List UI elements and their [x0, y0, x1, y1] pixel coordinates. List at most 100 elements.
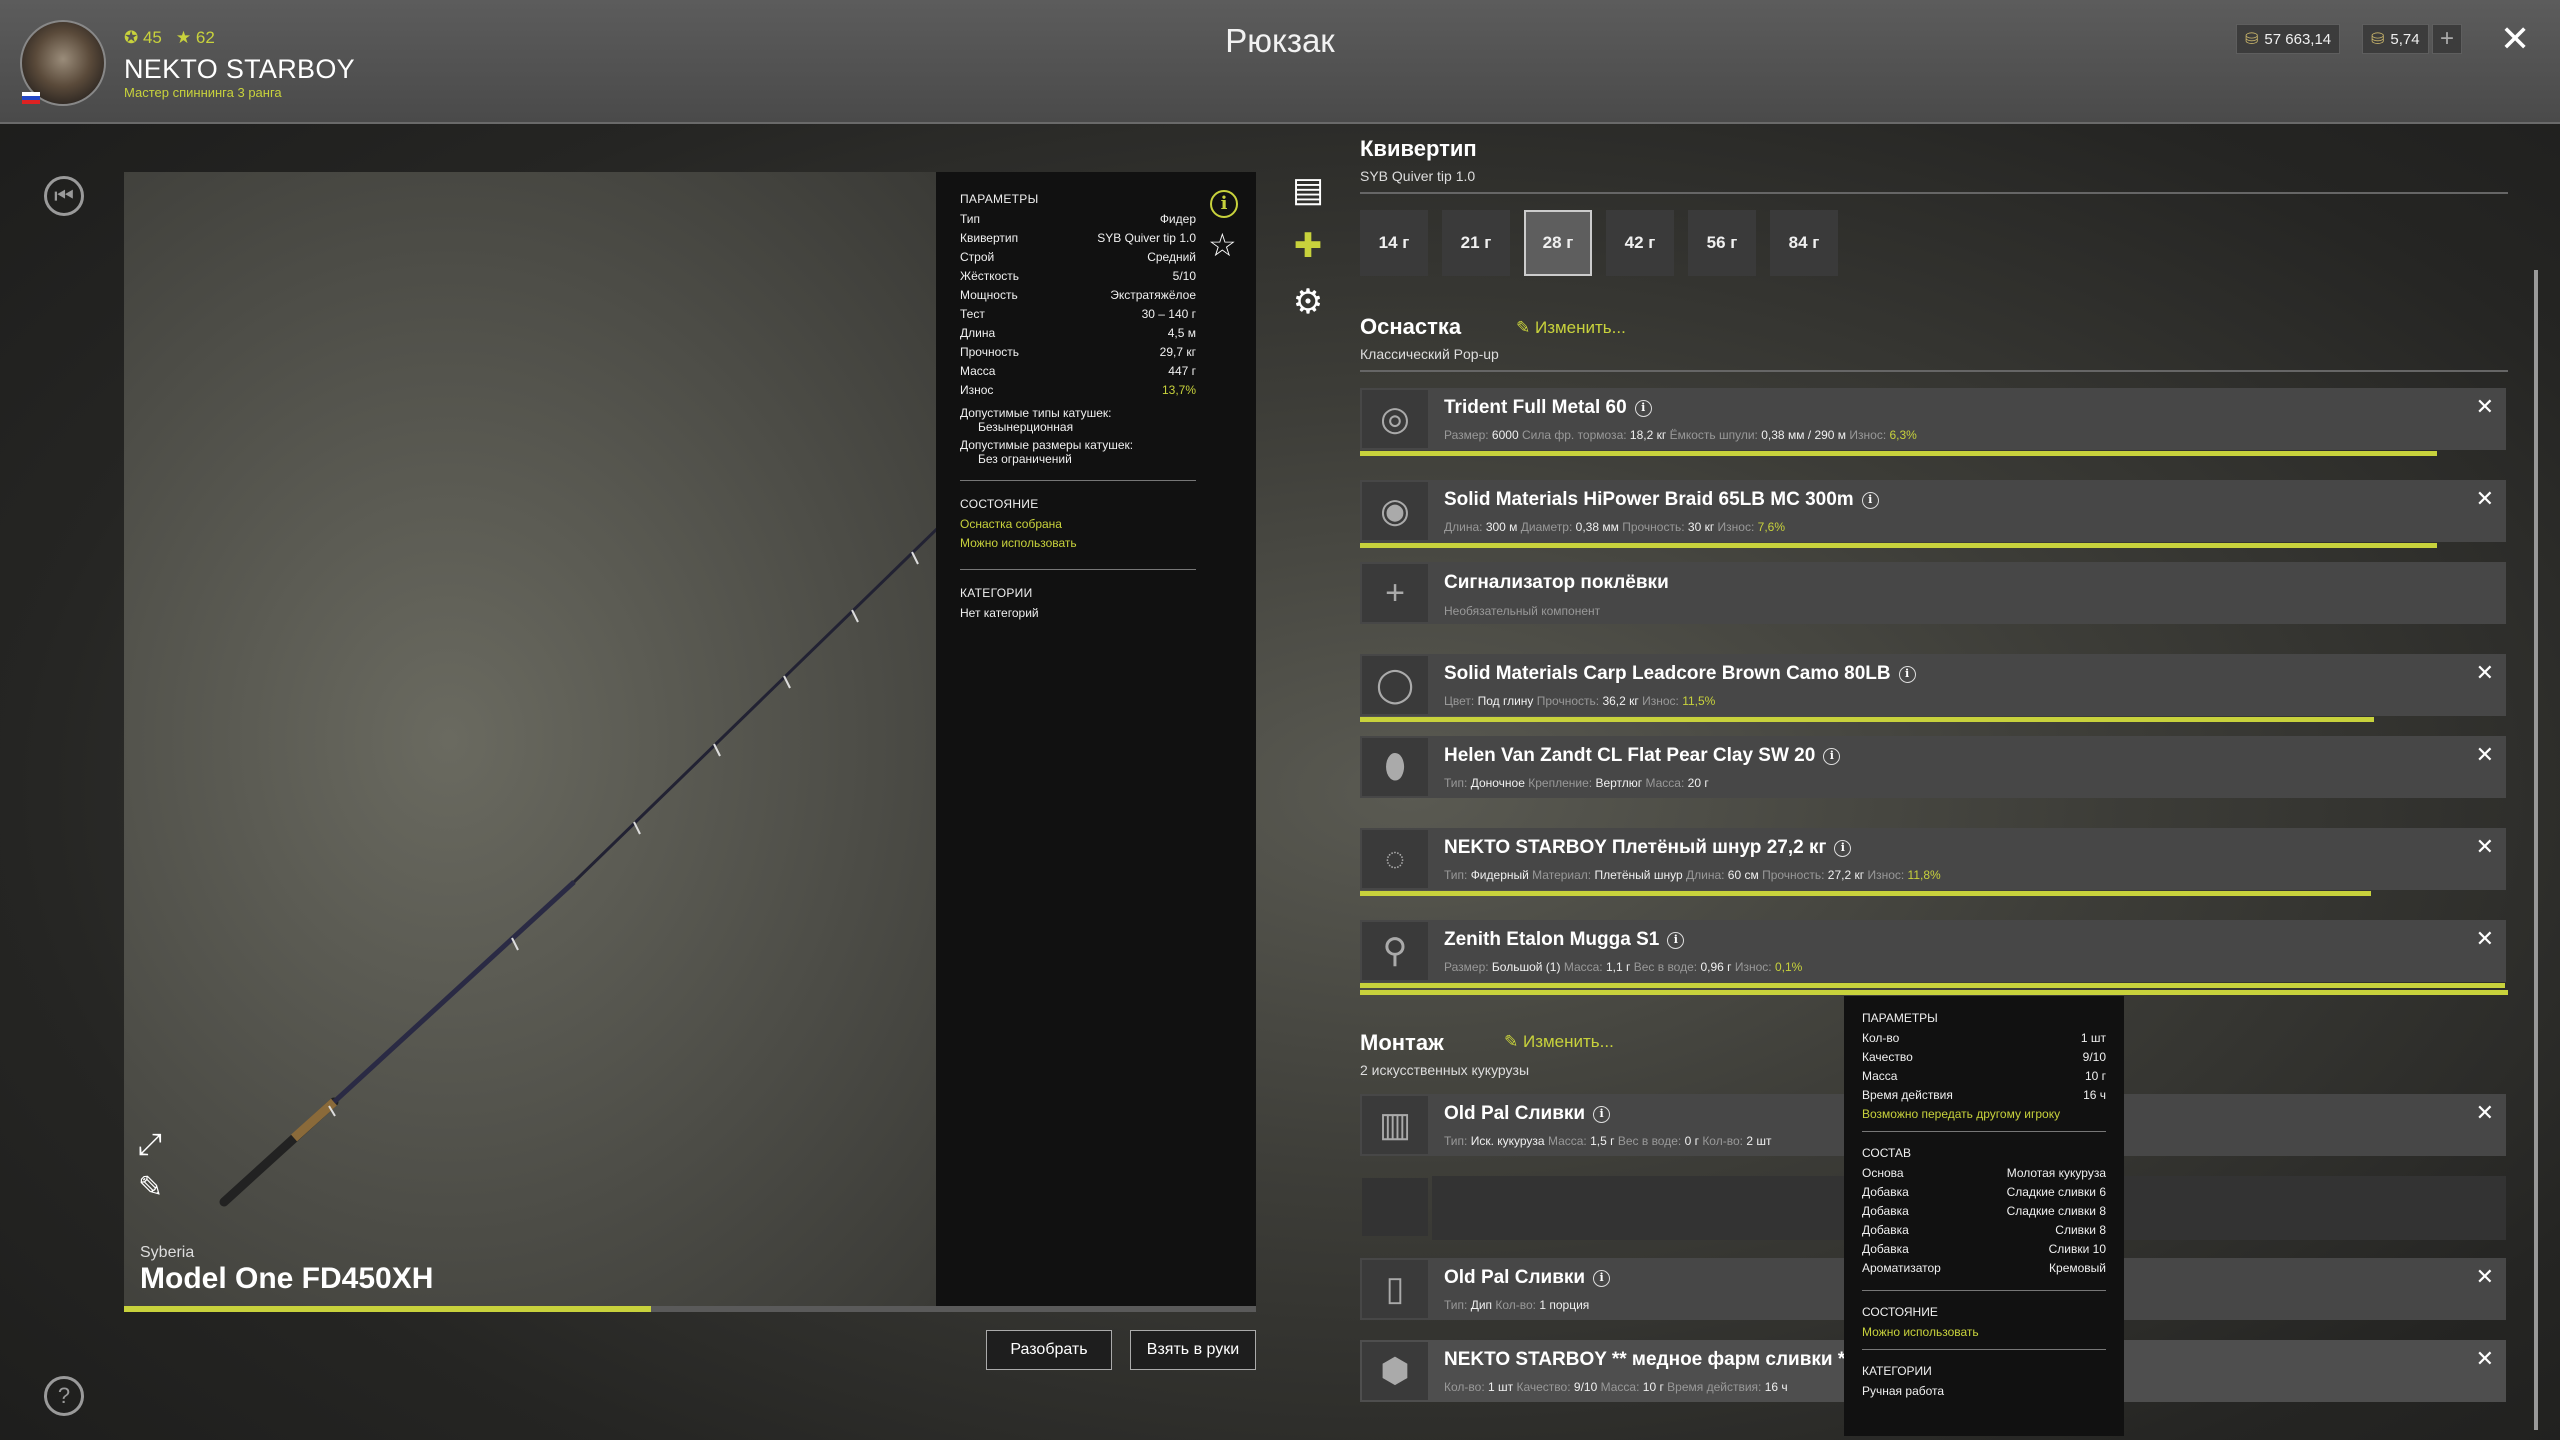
- quiver-subtitle: SYB Quiver tip 1.0: [1360, 168, 1476, 184]
- take-in-hands-button[interactable]: Взять в руки: [1130, 1330, 1256, 1370]
- info-icon[interactable]: i: [1834, 840, 1852, 857]
- desc-label: Кол-во:: [1702, 1134, 1743, 1148]
- scrollbar[interactable]: [2534, 270, 2538, 1430]
- wear-bar: [1360, 543, 2438, 548]
- add-currency-button[interactable]: +: [2432, 24, 2462, 54]
- item-desc: Длина: 300 м Диаметр: 0,38 мм Прочность:…: [1444, 520, 1785, 534]
- composition-value: Сладкие сливки 6: [2006, 1185, 2106, 1199]
- remove-icon[interactable]: ✕: [2476, 394, 2494, 420]
- param-label: Износ: [960, 383, 994, 397]
- info-icon[interactable]: i: [1898, 666, 1916, 683]
- remove-icon[interactable]: ✕: [2476, 926, 2494, 952]
- item-name: Solid Materials HiPower Braid 65LB MC 30…: [1444, 489, 1879, 511]
- divider: [1360, 370, 2508, 372]
- item-name: Old Pal Сливки i: [1444, 1267, 1611, 1289]
- settings-tab-icon[interactable]: ⚙: [1290, 282, 1326, 322]
- info-icon[interactable]: i: [1634, 400, 1652, 417]
- param-value: Фидер: [1159, 212, 1196, 226]
- expand-icon[interactable]: ⤢: [138, 1128, 162, 1162]
- remove-icon[interactable]: ✕: [2476, 742, 2494, 768]
- description-tab-icon[interactable]: ▤: [1290, 170, 1326, 210]
- item-desc: Размер: Большой (1) Масса: 1,1 г Вес в в…: [1444, 960, 1802, 974]
- divider: [1862, 1349, 2106, 1350]
- divider: [1862, 1290, 2106, 1291]
- remove-icon[interactable]: ✕: [2476, 486, 2494, 512]
- inventory-item[interactable]: ⚲ Zenith Etalon Mugga S1 i ✕ Размер: Большой…: [1360, 920, 2506, 988]
- desc-label: Масса:: [1600, 1380, 1640, 1394]
- desc-value: Доночное: [1470, 776, 1525, 790]
- remove-icon[interactable]: ✕: [2476, 1100, 2494, 1126]
- divider: [1360, 192, 2508, 194]
- info-icon[interactable]: i: [1593, 1270, 1611, 1287]
- desc-label: Прочность:: [1762, 868, 1825, 882]
- item-icon: ◌: [1362, 830, 1428, 888]
- rigging-subtitle: Классический Pop-up: [1360, 346, 1499, 362]
- remove-icon[interactable]: ✕: [2476, 1264, 2494, 1290]
- divider: [1862, 1131, 2106, 1132]
- desc-value: 16 ч: [1764, 1380, 1788, 1394]
- inventory-item[interactable]: ⬮ Helen Van Zandt CL Flat Pear Clay SW 20…: [1360, 736, 2506, 798]
- composition-row: Основа Молотая кукуруза: [1862, 1166, 2106, 1185]
- divider: [960, 569, 1196, 570]
- info-icon[interactable]: i: [1210, 190, 1238, 218]
- param-row: Масса 447 г: [960, 364, 1196, 383]
- item-desc: Размер: 6000 Сила фр. тормоза: 18,2 кг Ё…: [1444, 428, 1917, 442]
- quiver-tip-button[interactable]: 42 г: [1606, 210, 1674, 276]
- inventory-item[interactable]: ◉ Solid Materials HiPower Braid 65LB MC 3…: [1360, 480, 2506, 548]
- quiver-tip-button[interactable]: 84 г: [1770, 210, 1838, 276]
- desc-label: Вес в воде:: [1617, 1134, 1682, 1148]
- rod-durability-fill: [124, 1306, 651, 1312]
- montage-title: Монтаж: [1360, 1030, 1444, 1055]
- disassemble-button[interactable]: Разобрать: [986, 1330, 1112, 1370]
- info-icon[interactable]: i: [1861, 492, 1879, 509]
- desc-label: Прочность:: [1622, 520, 1685, 534]
- item-name: Сигнализатор поклёвки: [1444, 572, 1669, 594]
- info-icon[interactable]: i: [1667, 932, 1685, 949]
- inventory-item[interactable]: ◯ Solid Materials Carp Leadcore Brown Cam…: [1360, 654, 2506, 722]
- help-icon[interactable]: ?: [44, 1376, 84, 1416]
- rigging-tab-icon[interactable]: ✚: [1290, 226, 1326, 266]
- desc-label: Ёмкость шпули:: [1669, 428, 1758, 442]
- country-flag-icon: [22, 92, 40, 104]
- quiver-tip-button[interactable]: 21 г: [1442, 210, 1510, 276]
- remove-icon[interactable]: ✕: [2476, 660, 2494, 686]
- desc-label: Цвет:: [1444, 694, 1475, 708]
- back-icon[interactable]: ⏮: [44, 176, 84, 216]
- remove-icon[interactable]: ✕: [2476, 1346, 2494, 1372]
- inventory-item[interactable]: + Сигнализатор поклёвки Необязательный ком…: [1360, 562, 2506, 624]
- silver-coin-icon: ⛁: [2245, 31, 2259, 48]
- montage-edit-button[interactable]: ✎ Изменить...: [1504, 1032, 1614, 1052]
- inventory-item[interactable]: ◌ NEKTO STARBOY Плетёный шнур 27,2 кг i ✕ Ти…: [1360, 828, 2506, 896]
- info-icon[interactable]: i: [1593, 1106, 1611, 1123]
- remove-icon[interactable]: ✕: [2476, 834, 2494, 860]
- desc-value: 0,38 мм / 290 м: [1761, 428, 1847, 442]
- item-name: Old Pal Сливки i: [1444, 1103, 1611, 1125]
- quiver-tip-button[interactable]: 56 г: [1688, 210, 1756, 276]
- item-icon: ◎: [1362, 390, 1428, 448]
- desc-value: 1 шт: [1488, 1380, 1514, 1394]
- param-value: 29,7 кг: [1159, 345, 1196, 359]
- param-value: 5/10: [1172, 269, 1196, 283]
- tooltip-params-title: ПАРАМЕТРЫ: [1862, 1011, 1938, 1025]
- quiver-tip-button[interactable]: 14 г: [1360, 210, 1428, 276]
- item-desc: Тип: Иск. кукуруза Масса: 1,5 г Вес в во…: [1444, 1134, 1771, 1148]
- close-icon[interactable]: ✕: [2500, 18, 2530, 60]
- rigging-edit-button[interactable]: ✎ Изменить...: [1516, 318, 1626, 338]
- info-icon[interactable]: i: [1823, 748, 1841, 765]
- item-icon: ⬮: [1362, 738, 1428, 796]
- desc-value: 20 г: [1687, 776, 1709, 790]
- tooltip-value: 16 ч: [2083, 1088, 2106, 1102]
- quiver-tip-button[interactable]: 28 г: [1524, 210, 1592, 276]
- inventory-item[interactable]: ◎ Trident Full Metal 60 i ✕ Размер: 6000 Сил…: [1360, 388, 2506, 456]
- param-row: Прочность 29,7 кг: [960, 345, 1196, 364]
- favorite-star-icon[interactable]: ☆: [1208, 226, 1237, 264]
- item-desc: Тип: Фидерный Материал: Плетёный шнур Дл…: [1444, 868, 1941, 882]
- customize-icon[interactable]: ✎: [138, 1170, 163, 1205]
- desc-value: 6000: [1491, 428, 1519, 442]
- silver-balance: ⛁ 57 663,14: [2236, 24, 2341, 54]
- desc-label: Тип:: [1444, 776, 1468, 790]
- rigging-bar: [1360, 990, 2508, 995]
- top-bar: ✪ 45 ★ 62 NEKTO STARBOY Мастер спиннинга…: [0, 0, 2560, 124]
- desc-value: 0,1%: [1774, 960, 1803, 974]
- desc-label: Масса:: [1547, 1134, 1587, 1148]
